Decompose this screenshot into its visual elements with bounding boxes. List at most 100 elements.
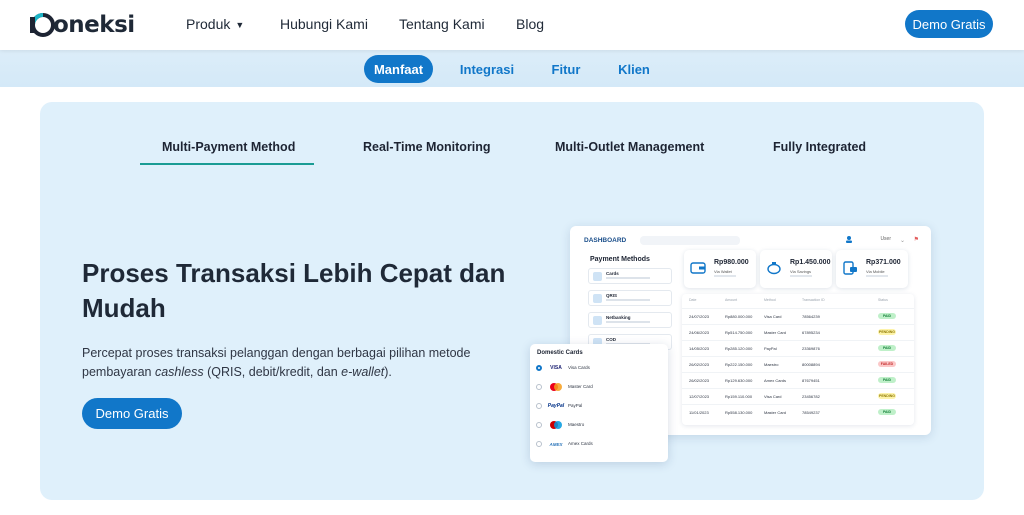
cell-date: 26/02/2023 <box>689 378 710 383</box>
stat-card-mobile: Rp371.000 Via Mobile <box>836 250 908 288</box>
card-option-paypal: PayPal PayPal <box>536 398 662 414</box>
desc-text-2: (QRIS, debit/kredit, dan <box>203 365 342 379</box>
dashboard-title: DASHBOARD <box>584 237 627 244</box>
cell-date: 24/07/2023 <box>689 314 710 319</box>
radio-icon <box>536 403 542 409</box>
card-option-label: PayPal <box>568 403 583 408</box>
feature-tab-multi-payment[interactable]: Multi-Payment Method <box>162 140 295 154</box>
card-option-amex: AMEX Amex Cards <box>536 436 662 452</box>
placeholder-line <box>606 299 650 301</box>
payment-method-qris: QRIS <box>588 290 672 306</box>
stat-value: Rp371.000 <box>866 259 901 266</box>
wallet-icon <box>690 262 706 274</box>
stat-label: Via Wallet <box>714 269 732 274</box>
koneksi-logo[interactable]: oneksi <box>30 10 135 40</box>
payment-method-label: Cards <box>606 271 619 276</box>
cell-id: 78549237 <box>802 410 820 415</box>
cell-amount: Rp880.000.000 <box>725 314 753 319</box>
card-option-maestro: Maestro <box>536 417 662 433</box>
table-header: Date Amount Method Transaction ID Status <box>682 298 914 306</box>
dashboard-search-bar <box>640 236 740 245</box>
desc-cashless: cashless <box>154 365 204 379</box>
cell-id: 23369876 <box>802 346 820 351</box>
radio-icon <box>536 422 542 428</box>
visa-logo-icon: VISA <box>550 365 562 371</box>
stat-value: Rp980.000 <box>714 259 749 266</box>
stat-card-wallet: Rp980.000 Via Wallet <box>684 250 756 288</box>
card-icon <box>593 272 602 281</box>
mastercard-logo-icon <box>550 383 562 391</box>
payment-methods-title: Payment Methods <box>590 256 650 263</box>
top-navbar: oneksi Produk ▼ Hubungi Kami Tentang Kami… <box>0 0 1024 50</box>
cell-id: 87679451 <box>802 378 820 383</box>
card-option-label: Master Card <box>568 384 593 389</box>
section-anchor-bar: Manfaat Integrasi Fitur Klien <box>0 50 1024 87</box>
active-tab-underline <box>140 163 314 165</box>
cell-amount: Rp222.150.000 <box>725 362 753 367</box>
nav-tentang-kami[interactable]: Tentang Kami <box>399 16 485 32</box>
payment-method-label: QRIS <box>606 293 618 298</box>
cell-method: PayPal <box>764 346 777 351</box>
user-icon <box>846 236 852 243</box>
notification-icon: ⚑ <box>913 237 919 243</box>
radio-icon <box>536 441 542 447</box>
piggy-bank-icon <box>767 262 781 275</box>
anchor-tab-integrasi[interactable]: Integrasi <box>454 55 520 83</box>
cell-id: 67895234 <box>802 330 820 335</box>
placeholder-line <box>606 277 650 279</box>
anchor-tab-manfaat[interactable]: Manfaat <box>364 55 433 83</box>
payment-method-netbanking: Netbanking <box>588 312 672 328</box>
table-row: 24/07/2023 Rp880.000.000 Visa Card 78564239… <box>682 308 914 324</box>
cell-method: Master Card <box>764 330 787 335</box>
table-row: 26/02/2023 Rp129.630.000 Amex Cards 8767945… <box>682 372 914 388</box>
stat-value: Rp1.450.000 <box>790 259 831 266</box>
nav-blog[interactable]: Blog <box>516 16 544 32</box>
cell-method: Amex Cards <box>764 378 787 383</box>
paypal-logo-icon: PayPal <box>547 403 565 409</box>
status-badge: PAID <box>878 313 896 319</box>
status-badge: PAID <box>878 409 896 415</box>
cell-method: Maestro <box>764 362 779 367</box>
cell-date: 11/01/2023 <box>689 410 709 415</box>
cell-date: 12/07/2023 <box>689 394 710 399</box>
nav-produk-dropdown[interactable]: Produk ▼ <box>186 16 244 32</box>
status-badge: PAID <box>878 377 896 383</box>
feature-description: Percepat proses transaksi pelanggan deng… <box>82 344 502 382</box>
column-header: Method <box>764 298 776 302</box>
cell-amount: Rp285.120.000 <box>725 346 753 351</box>
domestic-cards-popup: Domestic Cards VISA Visa Cards Master Ca… <box>530 344 668 462</box>
bank-icon <box>593 316 602 325</box>
table-row: 11/01/2023 Rp558.130.000 Master Card 785492… <box>682 404 914 420</box>
anchor-tab-fitur[interactable]: Fitur <box>545 55 587 83</box>
card-option-label: Maestro <box>568 422 585 427</box>
status-badge: PENDING <box>878 393 896 399</box>
feature-heading: Proses Transaksi Lebih Cepat dan Mudah <box>82 258 506 323</box>
cell-date: 26/02/2023 <box>689 362 710 367</box>
table-row: 24/06/2023 Rp514.750.000 Master Card 678952… <box>682 324 914 340</box>
column-header: Transaction ID <box>802 298 825 302</box>
cell-date: 24/06/2023 <box>689 330 710 335</box>
stat-label: Via Mobile <box>866 269 885 274</box>
cell-id: 78564239 <box>802 314 820 319</box>
mobile-payment-icon <box>843 261 857 275</box>
nav-produk-label: Produk <box>186 16 231 32</box>
caret-down-icon: ▼ <box>235 20 245 30</box>
nav-hubungi-kami[interactable]: Hubungi Kami <box>280 16 368 32</box>
table-row: 14/05/2023 Rp285.120.000 PayPal 23369876 PAI… <box>682 340 914 356</box>
feature-tab-fully-integrated[interactable]: Fully Integrated <box>773 140 866 154</box>
transactions-table: Date Amount Method Transaction ID Status… <box>682 294 914 425</box>
cell-id: 80008894 <box>802 362 820 367</box>
feature-tab-real-time-monitoring[interactable]: Real-Time Monitoring <box>363 140 491 154</box>
status-badge: FAILED <box>878 361 896 367</box>
table-row: 26/02/2023 Rp222.150.000 Maestro 80008894 FA… <box>682 356 914 372</box>
cell-id: 23456782 <box>802 394 820 399</box>
demo-gratis-cta-button[interactable]: Demo Gratis <box>82 398 182 429</box>
desc-ewallet: e-wallet <box>341 365 385 379</box>
desc-text-3: ). <box>384 365 392 379</box>
feature-tab-multi-outlet[interactable]: Multi-Outlet Management <box>555 140 704 154</box>
status-badge: PENDING <box>878 329 896 335</box>
demo-gratis-nav-button[interactable]: Demo Gratis <box>905 10 993 38</box>
card-option-label: Visa Cards <box>568 365 590 370</box>
anchor-tab-klien[interactable]: Klien <box>612 55 656 83</box>
dashboard-user-name: User <box>880 236 891 242</box>
